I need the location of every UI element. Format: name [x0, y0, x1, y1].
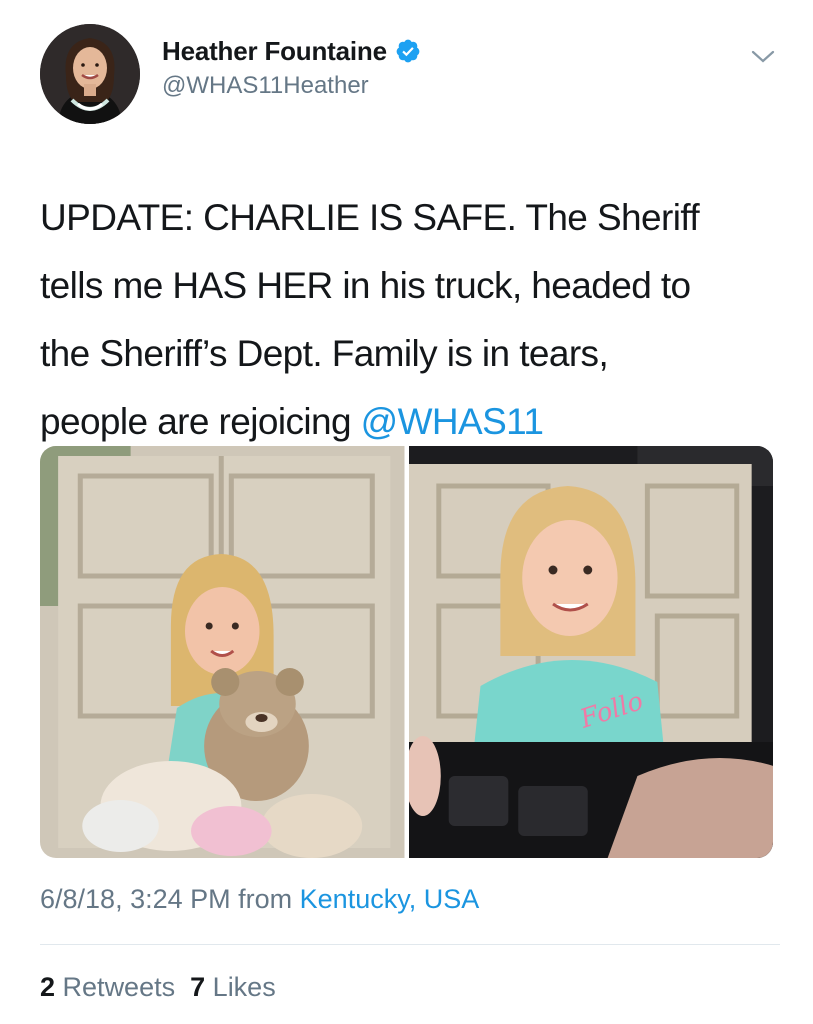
retweets-count: 2 — [40, 972, 56, 1002]
divider — [40, 944, 780, 945]
location-link[interactable]: Kentucky, USA — [300, 884, 480, 914]
timestamp[interactable]: 6/8/18, 3:24 PM — [40, 884, 231, 914]
likes-stat[interactable]: 7 Likes — [190, 972, 276, 1002]
mention-link[interactable]: @WHAS11 — [361, 401, 544, 442]
tweet-line: people are rejoicing — [40, 401, 361, 442]
from-label: from — [238, 884, 293, 914]
tweet-text: UPDATE: CHARLIE IS SAFE. The Sheriff tel… — [40, 184, 780, 456]
retweets-label: Retweets — [62, 972, 176, 1002]
tweet-stats: 2 Retweets 7 Likes — [40, 972, 276, 1003]
tweet-line: tells me HAS HER in his truck, headed to — [40, 265, 691, 306]
display-name-row: Heather Fountaine — [162, 34, 421, 68]
likes-label: Likes — [212, 972, 276, 1002]
avatar[interactable] — [40, 24, 140, 124]
photo-left[interactable] — [40, 446, 405, 858]
user-handle[interactable]: @WHAS11Heather — [162, 72, 421, 100]
retweets-stat[interactable]: 2 Retweets — [40, 972, 175, 1002]
display-name[interactable]: Heather Fountaine — [162, 36, 387, 67]
user-names: Heather Fountaine @WHAS11Heather — [162, 34, 421, 100]
tweet-line: UPDATE: CHARLIE IS SAFE. The Sheriff — [40, 197, 700, 238]
tweet-line: the Sheriff’s Dept. Family is in tears, — [40, 333, 609, 374]
likes-count: 7 — [190, 972, 206, 1002]
media-grid: Follo — [40, 446, 773, 858]
photo-right[interactable]: Follo — [408, 446, 773, 858]
tweet-header: Heather Fountaine @WHAS11Heather — [40, 24, 780, 124]
tweet-meta: 6/8/18, 3:24 PM from Kentucky, USA — [40, 884, 479, 915]
chevron-down-icon[interactable] — [750, 46, 776, 66]
verified-badge-icon — [395, 38, 421, 64]
